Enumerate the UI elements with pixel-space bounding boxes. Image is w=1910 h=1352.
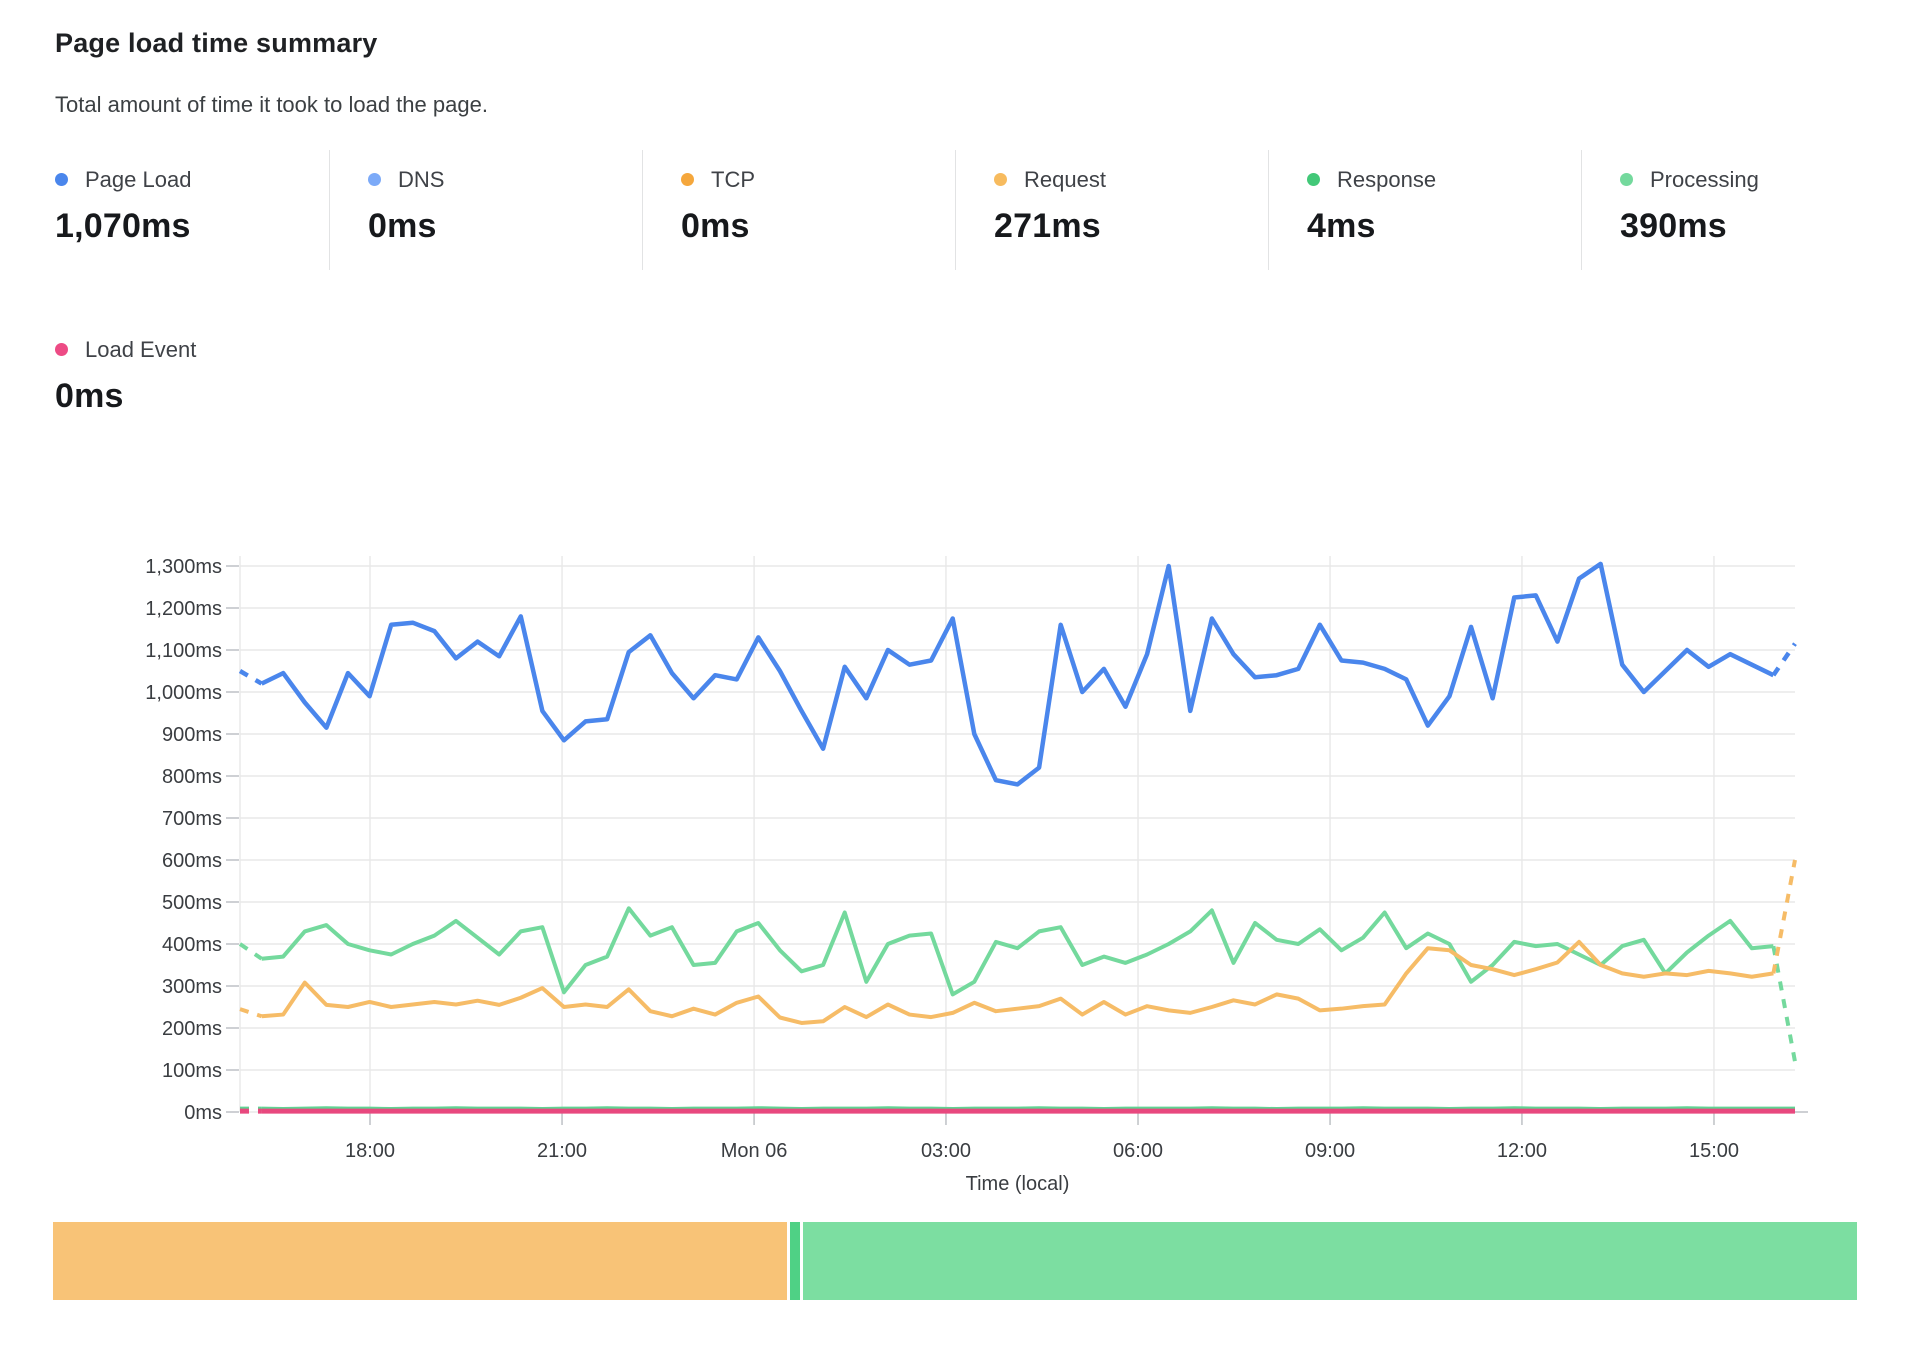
- svg-text:500ms: 500ms: [162, 892, 222, 914]
- load-time-chart[interactable]: 0ms 100ms 200ms 300ms 400ms 500ms 600ms 700ms 80…: [0, 0, 1910, 1352]
- svg-text:1,200ms: 1,200ms: [145, 598, 222, 620]
- svg-text:600ms: 600ms: [162, 850, 222, 872]
- svg-text:0ms: 0ms: [184, 1102, 222, 1124]
- page-load-summary-panel: Page load time summary Total amount of t…: [0, 0, 1910, 1352]
- svg-text:100ms: 100ms: [162, 1060, 222, 1082]
- bar-segment-processing: [803, 1222, 1857, 1300]
- svg-text:1,300ms: 1,300ms: [145, 556, 222, 578]
- svg-text:09:00: 09:00: [1305, 1140, 1355, 1162]
- svg-text:Time (local): Time (local): [966, 1173, 1070, 1195]
- svg-text:21:00: 21:00: [537, 1140, 587, 1162]
- svg-text:1,100ms: 1,100ms: [145, 640, 222, 662]
- svg-text:400ms: 400ms: [162, 934, 222, 956]
- bar-segment-request: [53, 1222, 787, 1300]
- svg-text:12:00: 12:00: [1497, 1140, 1547, 1162]
- timing-breakdown-bar: [53, 1222, 1857, 1300]
- svg-text:1,000ms: 1,000ms: [145, 682, 222, 704]
- bar-segment-response: [790, 1222, 800, 1300]
- svg-text:900ms: 900ms: [162, 724, 222, 746]
- svg-text:300ms: 300ms: [162, 976, 222, 998]
- svg-text:18:00: 18:00: [345, 1140, 395, 1162]
- svg-text:15:00: 15:00: [1689, 1140, 1739, 1162]
- svg-text:200ms: 200ms: [162, 1018, 222, 1040]
- svg-text:800ms: 800ms: [162, 766, 222, 788]
- svg-text:700ms: 700ms: [162, 808, 222, 830]
- svg-text:06:00: 06:00: [1113, 1140, 1163, 1162]
- svg-text:Mon 06: Mon 06: [721, 1140, 788, 1162]
- svg-text:03:00: 03:00: [921, 1140, 971, 1162]
